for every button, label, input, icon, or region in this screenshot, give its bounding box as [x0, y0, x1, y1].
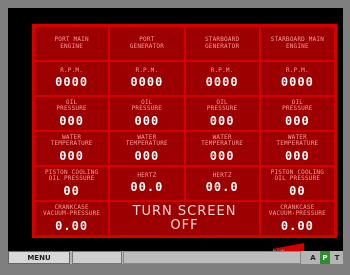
cell-label: PORT MAIN ENGINE — [54, 36, 89, 50]
cell-port-generator-header: PORT GENERATOR — [109, 26, 185, 61]
cell-value: 00 — [63, 183, 80, 198]
cell-label: WATER TEMPERATURE — [276, 133, 319, 148]
indicator-t: T — [334, 253, 340, 262]
cell-value: 0000 — [55, 75, 89, 90]
cell-label: OIL PRESSURE — [56, 98, 87, 113]
cell-label: HERTZ — [137, 172, 157, 180]
cell-value: 000 — [285, 113, 310, 128]
cell-value: 00.0 — [205, 180, 239, 195]
cell-label: WATER TEMPERATURE — [50, 133, 93, 148]
cell-oil-pressure-port-gen: OIL PRESSURE 000 — [109, 96, 185, 131]
cell-label: PISTON COOLING OIL PRESSURE — [44, 168, 99, 183]
cell-value: 000 — [59, 148, 84, 163]
cell-rpm-stbd-gen: R.P.M. 0000 — [184, 61, 260, 96]
bottom-bar-segment — [123, 251, 301, 264]
cell-value: 0000 — [280, 75, 314, 90]
cell-value: 0.00 — [280, 218, 314, 233]
indicator-p: P — [320, 251, 330, 264]
cell-label: HERTZ — [212, 172, 232, 180]
cell-label: PORT GENERATOR — [129, 36, 165, 50]
cell-value: 000 — [209, 148, 235, 163]
cell-label: OIL PRESSURE — [131, 98, 163, 113]
cell-port-main-engine-header: PORT MAIN ENGINE — [34, 26, 110, 61]
cell-hertz-port-gen: HERTZ 00.0 — [109, 166, 185, 201]
cell-label: R.P.M. — [60, 67, 84, 75]
cell-label: STARBOARD MAIN ENGINE — [270, 36, 325, 50]
cell-hertz-stbd-gen: HERTZ 00.0 — [184, 166, 260, 201]
cell-label: CRANKCASE VACUUM-PRESSURE — [268, 203, 326, 218]
cell-piston-cooling-stbd: PISTON COOLING OIL PRESSURE 00 — [259, 166, 335, 201]
cell-piston-cooling-port: PISTON COOLING OIL PRESSURE 00 — [34, 166, 110, 201]
cell-crankcase-stbd: CRANKCASE VACUUM-PRESSURE 0.00 — [259, 201, 335, 236]
cell-water-temp-port-gen: WATER TEMPERATURE 000 — [109, 131, 185, 166]
cell-label: R.P.M. — [210, 67, 234, 75]
cell-value: 000 — [134, 113, 160, 128]
cell-water-temp-stbd-main: WATER TEMPERATURE 000 — [259, 131, 335, 166]
turn-screen-label: TURN SCREEN OFF — [132, 203, 237, 233]
cell-rpm-stbd-main: R.P.M. 0000 — [259, 61, 335, 96]
cell-value: 00.0 — [130, 180, 164, 195]
cell-oil-pressure-stbd-main: OIL PRESSURE 000 — [259, 96, 335, 131]
cell-label: R.P.M. — [285, 67, 309, 75]
cell-water-temp-stbd-gen: WATER TEMPERATURE 000 — [184, 131, 260, 166]
cell-value: 000 — [134, 148, 160, 163]
cell-label: OIL PRESSURE — [206, 98, 238, 113]
cell-crankcase-port: CRANKCASE VACUUM-PRESSURE 0.00 — [34, 201, 110, 236]
cell-value: 00 — [289, 183, 306, 198]
cell-label: CRANKCASE VACUUM-PRESSURE — [43, 203, 101, 218]
cell-value: 0.00 — [55, 218, 89, 233]
cell-value: 000 — [59, 113, 84, 128]
cell-label: PISTON COOLING OIL PRESSURE — [270, 168, 325, 183]
cell-value: 0000 — [130, 75, 164, 90]
indicator-a: A — [310, 253, 316, 262]
menu-button[interactable]: MENU — [8, 251, 70, 264]
cell-oil-pressure-port-main: OIL PRESSURE 000 — [34, 96, 110, 131]
cell-starboard-generator-header: STARBOARD GENERATOR — [184, 26, 260, 61]
cell-value: 000 — [285, 148, 310, 163]
cell-value: 0000 — [205, 75, 239, 90]
bottom-bar-segment — [72, 251, 122, 264]
cell-starboard-main-engine-header: STARBOARD MAIN ENGINE — [259, 26, 335, 61]
engine-monitor-grid: PORT MAIN ENGINE PORT GENERATOR STARBOAR… — [32, 24, 337, 238]
cell-rpm-port-gen: R.P.M. 0000 — [109, 61, 185, 96]
cell-value: 000 — [209, 113, 235, 128]
cell-label: WATER TEMPERATURE — [125, 133, 168, 148]
monitor-screen: PORT MAIN ENGINE PORT GENERATOR STARBOAR… — [8, 8, 343, 258]
cell-rpm-port-main: R.P.M. 0000 — [34, 61, 110, 96]
cell-label: STARBOARD GENERATOR — [204, 36, 240, 50]
cell-label: R.P.M. — [135, 67, 159, 75]
cell-oil-pressure-stbd-gen: OIL PRESSURE 000 — [184, 96, 260, 131]
cell-label: OIL PRESSURE — [282, 98, 313, 113]
turn-screen-off-button[interactable]: TURN SCREEN OFF — [109, 201, 260, 236]
cell-water-temp-port-main: WATER TEMPERATURE 000 — [34, 131, 110, 166]
cell-label: WATER TEMPERATURE — [201, 133, 244, 148]
